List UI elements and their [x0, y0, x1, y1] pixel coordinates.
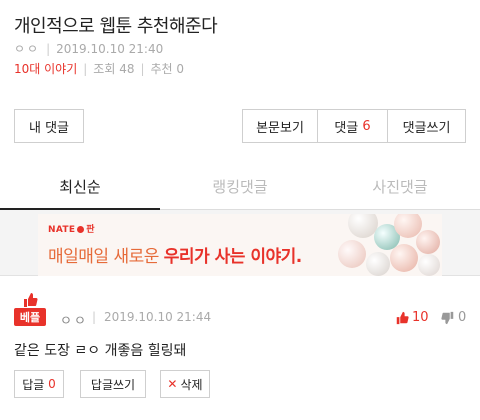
pearl-decoration	[418, 254, 440, 276]
pearl-decoration	[366, 252, 390, 276]
dislike-button[interactable]: 0	[441, 310, 466, 325]
board-link[interactable]: 10대 이야기	[14, 60, 77, 77]
post-title: 개인적으로 웹툰 추천해준다	[14, 16, 218, 37]
reply-count: 0	[48, 377, 56, 391]
ad-headline-plain: 매일매일 새로운	[48, 247, 164, 267]
comment-author: ㅇㅇ	[60, 314, 88, 329]
comments-label: 댓글	[334, 120, 359, 136]
ad-banner-area: NATE 판 매일매일 새로운 우리가 사는 이야기.	[0, 210, 480, 276]
ad-brand: NATE	[48, 225, 76, 235]
divider: |	[83, 61, 88, 76]
delete-button[interactable]: ✕ 삭제	[160, 370, 210, 398]
my-comments-button[interactable]: 내 댓글	[14, 109, 84, 143]
tab-ranking[interactable]: 랭킹댓글	[160, 164, 320, 209]
thumbs-up-icon	[396, 311, 409, 324]
post-stats: 10대 이야기 | 조회 48 | 추천 0	[14, 60, 184, 77]
write-reply-button[interactable]: 답글쓰기	[80, 370, 146, 398]
comment-item: 베플 ㅇㅇ | 2019.10.10 21:44 10 0 같은 도장 ㄹㅇ 개…	[0, 276, 480, 420]
ad-headline-bold: 우리가 사는 이야기.	[163, 247, 302, 267]
ad-brand-suffix: 판	[86, 225, 95, 235]
comment-action-group: 본문보기 댓글 6 댓글쓰기	[242, 109, 466, 143]
best-label: 베플	[14, 308, 46, 326]
pearl-decoration	[390, 244, 418, 272]
best-comment-badge: 베플	[14, 292, 46, 328]
logo-dot-icon	[77, 226, 85, 233]
ad-headline: 매일매일 새로운 우리가 사는 이야기.	[48, 242, 302, 267]
ad-banner[interactable]: NATE 판 매일매일 새로운 우리가 사는 이야기.	[38, 214, 442, 276]
dislike-count: 0	[458, 310, 467, 325]
reply-button[interactable]: 답글 0	[14, 370, 64, 398]
like-count: 10	[412, 310, 429, 325]
comments-count: 6	[362, 118, 371, 134]
comments-button[interactable]: 댓글 6	[317, 110, 387, 142]
post-meta: ㅇㅇ | 2019.10.10 21:40	[14, 40, 163, 57]
divider: |	[46, 41, 51, 56]
view-body-button[interactable]: 본문보기	[243, 110, 317, 142]
thumbs-up-icon	[24, 293, 38, 307]
post-author: ㅇㅇ	[14, 42, 41, 56]
views-count: 조회 48	[93, 62, 135, 76]
recommend-count: 추천 0	[150, 62, 185, 76]
comment-text: 같은 도장 ㄹㅇ 개좋음 힐링돼	[14, 343, 187, 359]
divider: |	[92, 310, 97, 324]
write-comment-button[interactable]: 댓글쓰기	[387, 110, 465, 142]
delete-label: 삭제	[180, 377, 203, 392]
nate-logo: NATE 판	[48, 222, 95, 235]
close-icon: ✕	[167, 377, 178, 391]
comment-date: 2019.10.10 21:44	[104, 310, 212, 324]
reply-label: 답글	[22, 377, 45, 392]
pearl-decoration	[338, 240, 366, 268]
thumbs-down-icon	[441, 311, 454, 324]
like-button[interactable]: 10	[395, 310, 429, 325]
divider: |	[140, 61, 145, 76]
pearl-decoration	[416, 230, 440, 254]
tab-latest[interactable]: 최신순	[0, 164, 160, 210]
post-date: 2019.10.10 21:40	[56, 41, 164, 56]
tab-photo[interactable]: 사진댓글	[320, 164, 480, 209]
comment-tabs: 최신순 랭킹댓글 사진댓글	[0, 164, 480, 210]
